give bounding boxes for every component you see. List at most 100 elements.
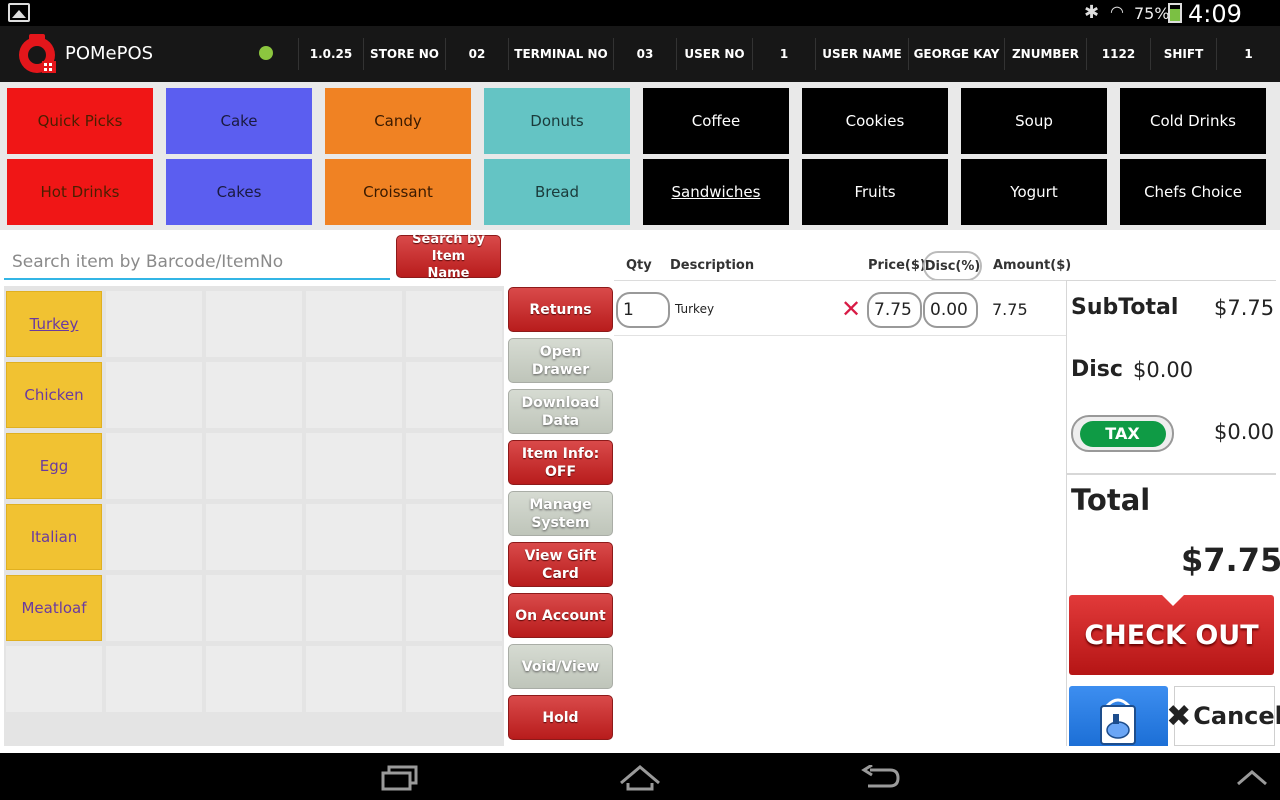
empty-item-slot [406,575,502,641]
item-label: Egg [39,457,69,475]
item-info-toggle[interactable]: Item Info: OFF [508,440,613,485]
category-button[interactable]: Bread [484,159,630,225]
tax-value: $0.00 [1214,420,1275,444]
discount-label: Disc [1071,357,1123,382]
terminal-no-label: TERMINAL NO [508,38,613,70]
store-no-label: STORE NO [363,38,445,70]
hold-button[interactable]: Hold [508,695,613,740]
battery-percent: 75% [1134,4,1170,23]
empty-item-slot [406,291,502,357]
on-account-button[interactable]: On Account [508,593,613,638]
search-by-name-label: Name [427,266,470,281]
item-label: Meatloaf [21,599,87,617]
empty-item-slot [206,433,302,499]
item-button[interactable]: Italian [6,504,102,570]
category-button[interactable]: Soup [961,88,1107,154]
void-view-button[interactable]: Void/View [508,644,613,689]
price-field[interactable]: 7.75 [867,292,922,328]
znumber-label: ZNUMBER [1004,38,1086,70]
total-value: $7.75 [1181,541,1280,579]
category-button[interactable]: Quick Picks [7,88,153,154]
item-button[interactable]: Meatloaf [6,575,102,641]
shift-value: 1 [1216,38,1280,70]
view-gift-card-button[interactable]: View Gift Card [508,542,613,587]
manage-system-button[interactable]: Manage System [508,491,613,536]
category-button[interactable]: Cookies [802,88,948,154]
item-label: Chicken [24,386,84,404]
open-drawer-button[interactable]: Open Drawer [508,338,613,383]
download-data-button[interactable]: Download Data [508,389,613,434]
app-name: POMePOS [65,43,154,64]
empty-item-slot [106,291,202,357]
category-button[interactable]: Coffee [643,88,789,154]
category-button[interactable]: Candy [325,88,471,154]
line-amount: 7.75 [992,300,1028,319]
user-name-label: USER NAME [815,38,908,70]
empty-item-slot [406,646,502,712]
empty-item-slot [206,362,302,428]
item-label: Italian [30,528,78,546]
category-button[interactable]: Sandwiches [643,159,789,225]
recent-apps-icon[interactable] [380,765,420,791]
description-column-header: Description [670,258,755,273]
qty-column-header: Qty [626,258,652,273]
search-input[interactable] [4,246,390,280]
qty-field[interactable]: 1 [616,292,670,328]
empty-item-slot [206,504,302,570]
remove-item-icon[interactable]: ✕ [841,295,861,323]
empty-item-slot [306,575,402,641]
category-button[interactable]: Hot Drinks [7,159,153,225]
empty-item-slot [306,291,402,357]
chevron-up-icon[interactable] [1236,769,1268,787]
category-button[interactable]: Croissant [325,159,471,225]
subtotal-label: SubTotal [1071,295,1179,320]
items-grid: Turkey Chicken Egg Italian Meatloaf [4,286,504,746]
search-by-name-button[interactable]: Search by Item Name [396,232,501,281]
bluetooth-icon: ✱ [1084,2,1100,23]
empty-item-slot [406,362,502,428]
category-button[interactable]: Yogurt [961,159,1107,225]
search-by-name-label: Search by Item [412,232,485,264]
home-icon[interactable] [618,763,662,791]
empty-item-slot [306,433,402,499]
item-button[interactable]: Chicken [6,362,102,428]
subtotal-value: $7.75 [1214,296,1275,320]
app-header: POMePOS 1.0.25 STORE NO 02 TERMINAL NO 0… [0,26,1280,82]
amount-column-header: Amount($) [993,258,1072,273]
empty-item-slot [406,433,502,499]
category-button[interactable]: Donuts [484,88,630,154]
category-button[interactable]: Fruits [802,159,948,225]
back-icon[interactable] [860,765,902,791]
checkout-button[interactable]: CHECK OUT [1069,595,1274,675]
order-line-row[interactable]: 1 Turkey ✕ 7.75 0.00 7.75 [614,286,1066,336]
category-button[interactable]: Cake [166,88,312,154]
empty-item-slot [306,362,402,428]
discount-field[interactable]: 0.00 [923,292,978,328]
returns-button[interactable]: Returns [508,287,613,332]
bag-button[interactable] [1069,686,1168,746]
item-button[interactable]: Egg [6,433,102,499]
category-bar: Quick Picks Cake Candy Donuts Coffee Coo… [0,82,1280,230]
close-icon: ✖ [1166,698,1192,734]
line-description: Turkey [675,302,715,316]
disc-column-button[interactable]: Disc(%) [923,251,982,281]
empty-item-slot [106,575,202,641]
empty-item-slot [6,646,102,712]
price-column-header: Price($) [868,258,926,273]
version-label: 1.0.25 [298,38,363,70]
battery-icon [1168,3,1182,23]
category-button[interactable]: Chefs Choice [1120,159,1266,225]
category-button[interactable]: Cold Drinks [1120,88,1266,154]
cancel-button[interactable]: ✖ Cancel [1166,686,1280,746]
shopping-bag-icon [1100,698,1136,745]
gallery-notification-icon [8,3,30,22]
item-button[interactable]: Turkey [6,291,102,357]
tax-toggle-button[interactable]: TAX [1071,415,1174,452]
system-nav-bar [0,753,1280,800]
store-no-value: 02 [445,38,508,70]
empty-item-slot [306,646,402,712]
empty-item-slot [306,504,402,570]
user-no-label: USER NO [676,38,752,70]
cancel-label: Cancel [1193,702,1280,730]
category-button[interactable]: Cakes [166,159,312,225]
